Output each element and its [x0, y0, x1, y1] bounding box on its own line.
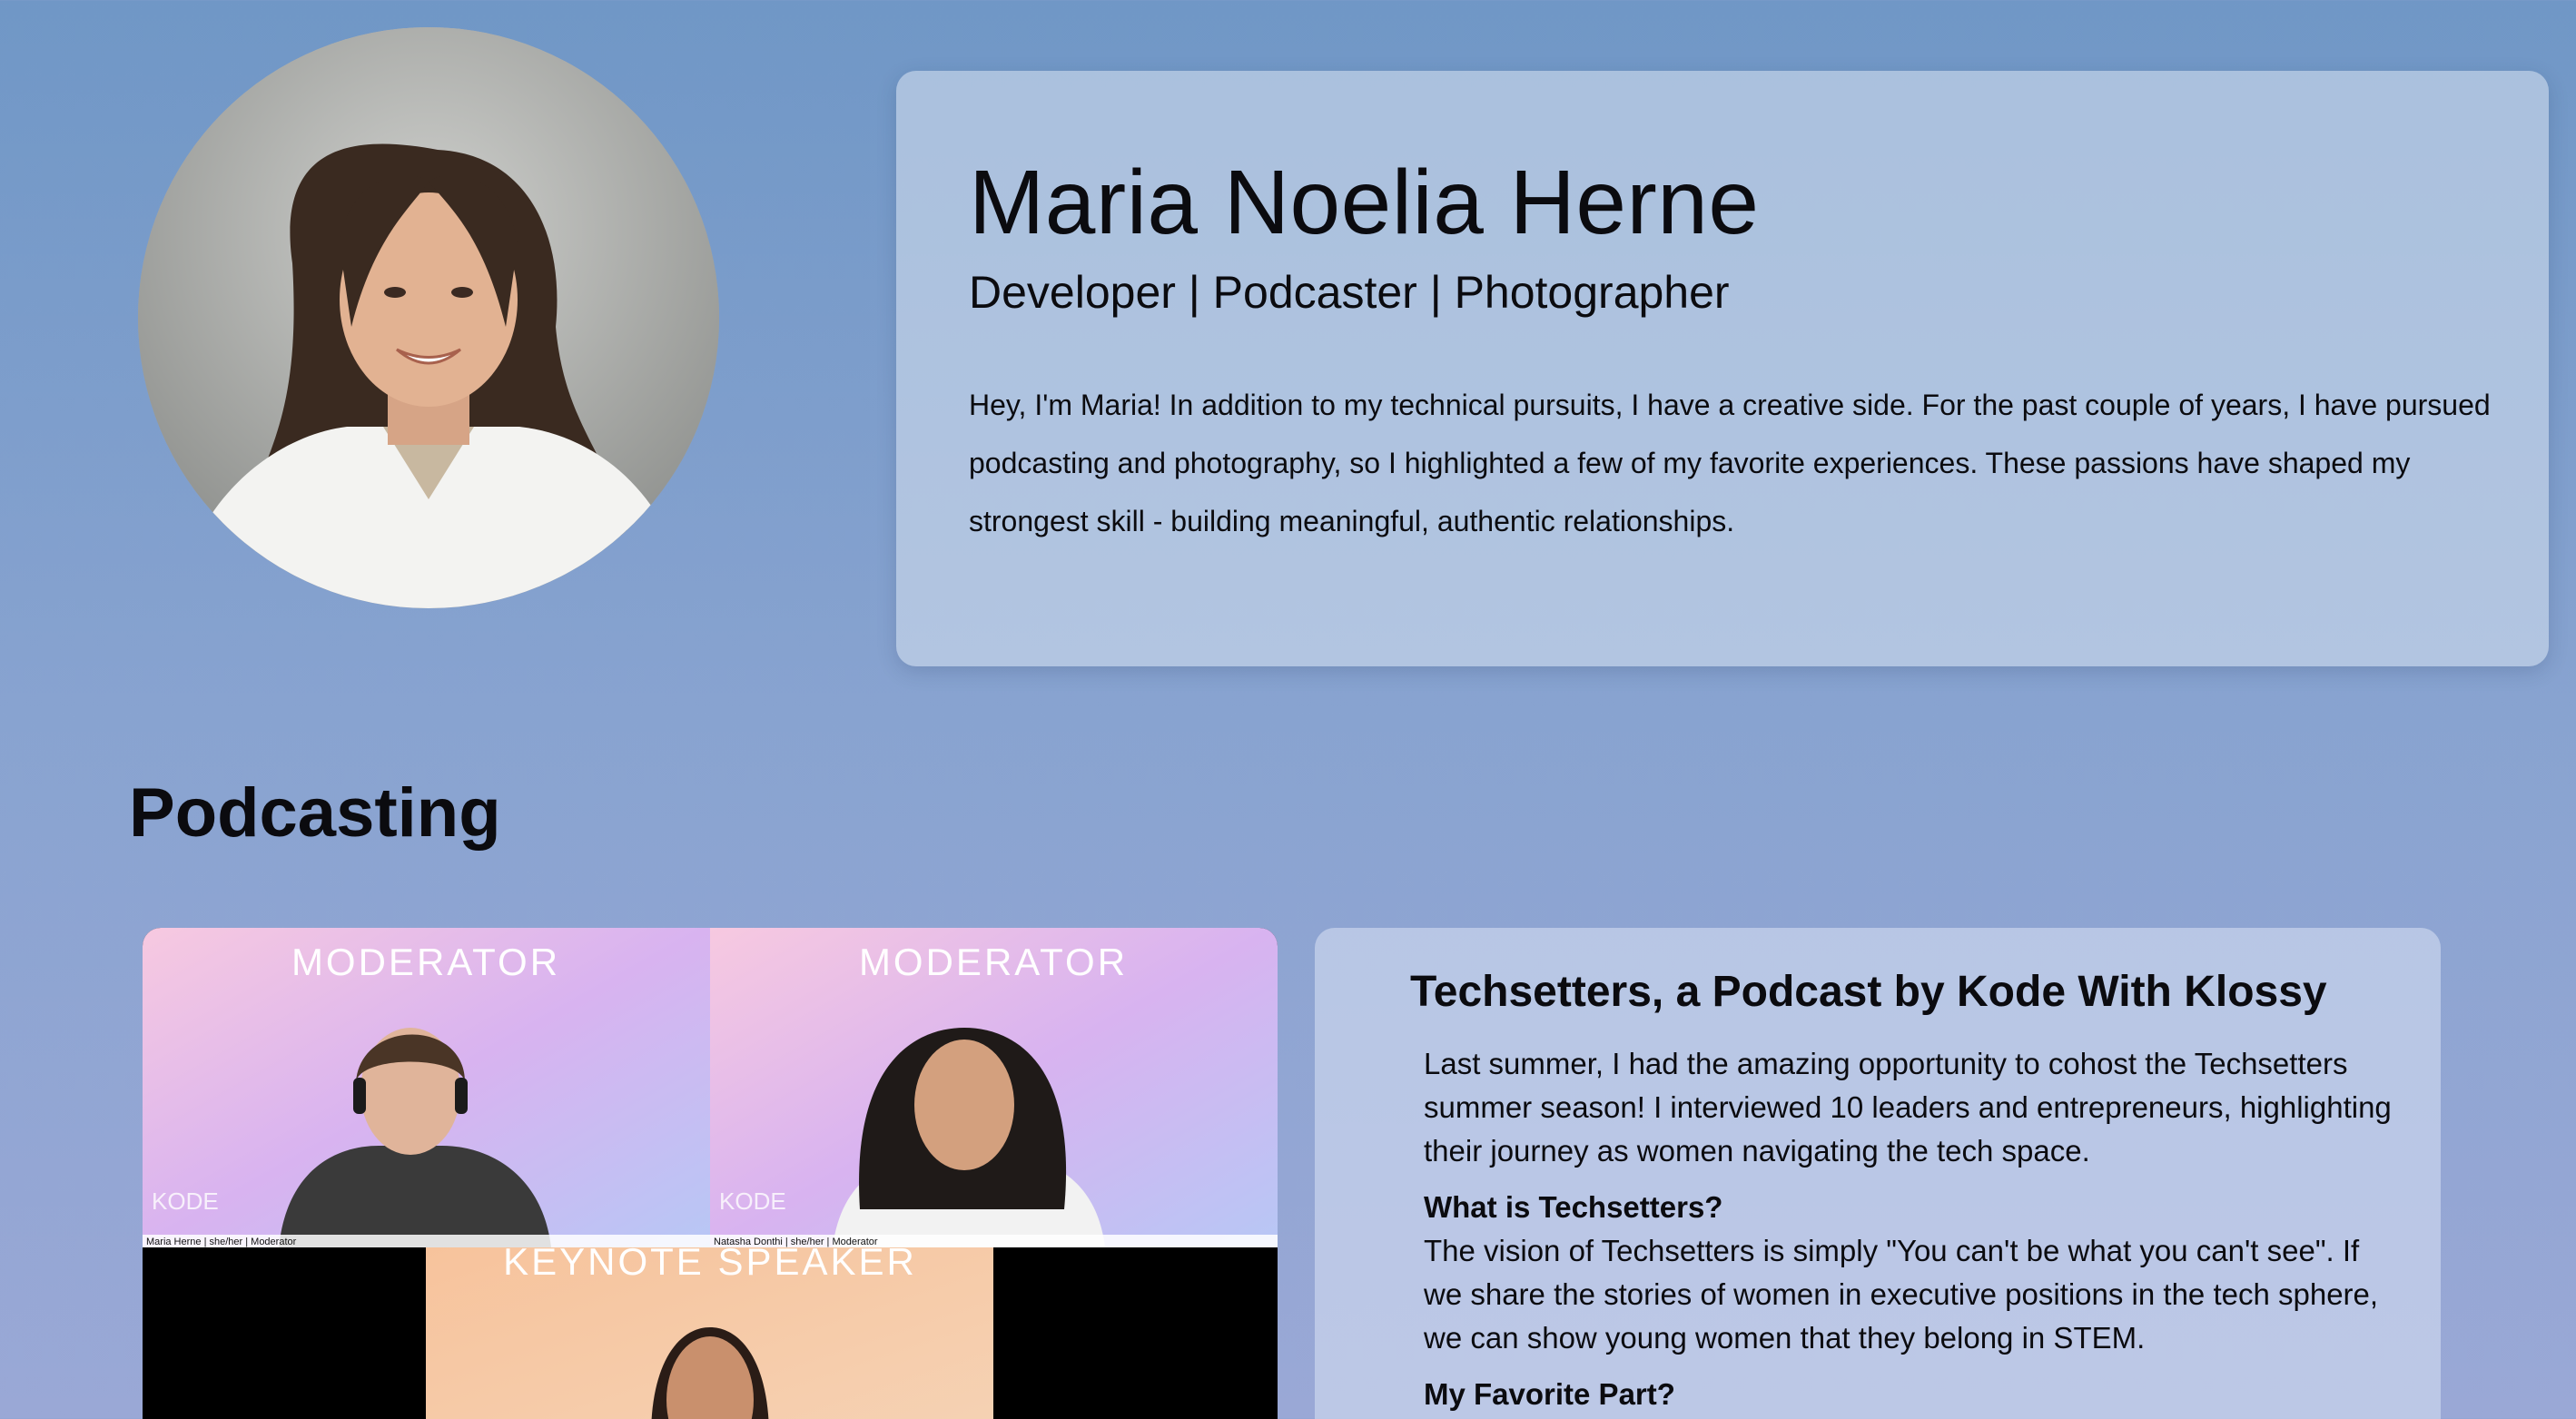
- section-title-podcasting: Podcasting: [129, 774, 501, 852]
- tile3-label: KEYNOTE SPEAKER: [503, 1240, 917, 1283]
- profile-bio: Hey, I'm Maria! In addition to my techni…: [969, 389, 2491, 537]
- tile2-watermark: KODE: [719, 1187, 786, 1215]
- podcast-title: Techsetters, a Podcast by Kode With Klos…: [1410, 968, 2327, 1016]
- podcast-question-1: What is Techsetters?: [1424, 1189, 1723, 1224]
- video-tile-1: MODERATOR KODE Maria Herne | she/her | M…: [143, 928, 710, 1247]
- profile-roles: Developer | Podcaster | Photographer: [969, 267, 1730, 318]
- intro-card: Maria Noelia Herne Developer | Podcaster…: [896, 71, 2549, 666]
- podcast-collage-image: MODERATOR KODE Maria Herne | she/her | M…: [143, 928, 1278, 1419]
- profile-photo-image: [138, 27, 719, 608]
- tile1-label: MODERATOR: [291, 941, 560, 983]
- profile-photo: [138, 27, 719, 608]
- tile2-label: MODERATOR: [859, 941, 1128, 983]
- podcast-screenshot: MODERATOR KODE Maria Herne | she/her | M…: [143, 928, 1278, 1419]
- podcast-intro: Last summer, I had the amazing opportuni…: [1424, 1046, 2392, 1168]
- profile-name: Maria Noelia Herne: [969, 152, 1760, 253]
- video-tile-3: KEYNOTE SPEAKER: [426, 1240, 993, 1419]
- podcast-description: Last summer, I had the amazing opportuni…: [1424, 1042, 2397, 1416]
- podcast-question-2: My Favorite Part?: [1424, 1376, 1675, 1411]
- podcast-answer-1: The vision of Techsetters is simply "You…: [1424, 1233, 2379, 1355]
- tile1-caption: Maria Herne | she/her | Moderator: [146, 1237, 297, 1247]
- video-tile-2: MODERATOR KODE Natasha Donthi | she/her …: [710, 928, 1278, 1247]
- podcast-card: Techsetters, a Podcast by Kode With Klos…: [1315, 928, 2441, 1419]
- tile1-watermark: KODE: [152, 1187, 219, 1215]
